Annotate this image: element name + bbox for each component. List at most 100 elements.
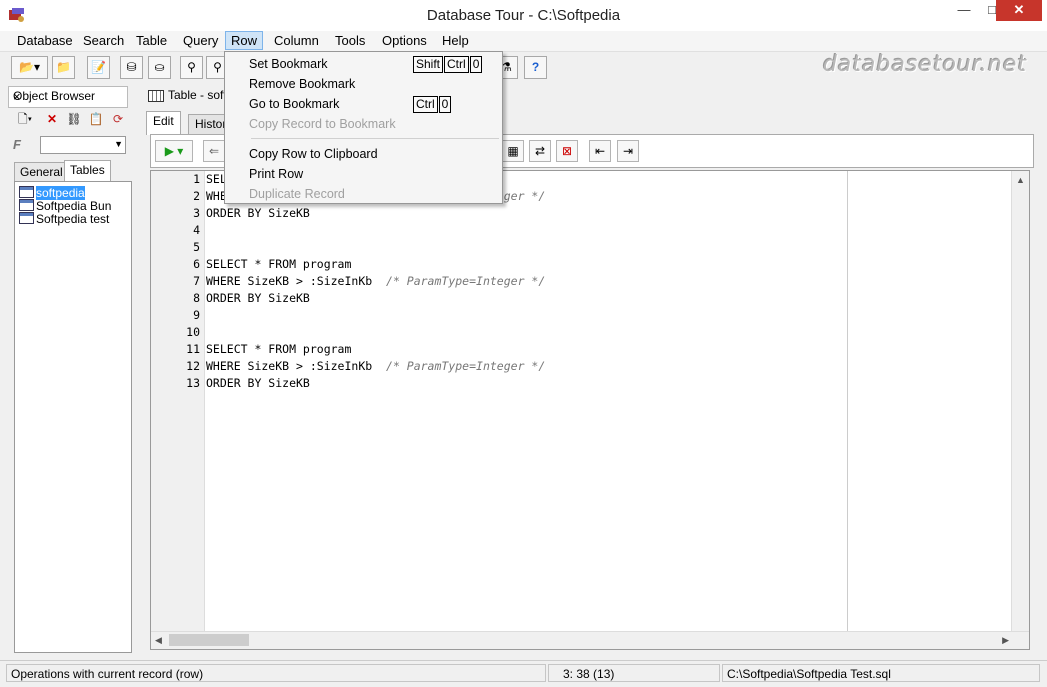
menu-item-duplicate-record: Duplicate Record: [249, 187, 345, 201]
shortcut-go-to-bookmark: Ctrl 0: [413, 96, 452, 113]
menu-item-set-bookmark[interactable]: Set Bookmark: [249, 57, 328, 71]
line-number: 9: [193, 308, 200, 322]
paste-icon[interactable]: 📋: [87, 110, 105, 128]
close-button[interactable]: ✕: [996, 0, 1042, 21]
outdent-icon[interactable]: ⇤: [589, 140, 611, 162]
scroll-left-icon[interactable]: ◀: [155, 635, 162, 646]
line-number: 5: [193, 240, 200, 254]
cursor-position: 3: 38 (13): [548, 664, 720, 682]
list-item[interactable]: softpedia: [19, 186, 85, 200]
menu-database[interactable]: Database: [17, 33, 73, 48]
menu-row[interactable]: Row: [225, 31, 264, 50]
filter-combo[interactable]: ▼: [40, 136, 126, 154]
key-ctrl: Ctrl: [413, 96, 438, 113]
shortcut-set-bookmark: Shift Ctrl 0: [413, 56, 483, 73]
line-number: 1: [193, 172, 200, 186]
export-icon[interactable]: ⇄: [529, 140, 551, 162]
open-database-icon[interactable]: 📂▾: [11, 56, 48, 79]
indent-icon[interactable]: ⇥: [617, 140, 639, 162]
line-gutter: 1 2 3 4 5 6 7 8 9 10 11 12 13: [151, 171, 205, 632]
filter-label: F: [13, 137, 21, 152]
table-icon: [19, 186, 34, 198]
scroll-up-icon[interactable]: ▲: [1016, 175, 1025, 185]
copy-object-icon[interactable]: ⛓: [65, 110, 83, 128]
right-margin-line: [847, 171, 848, 632]
menu-item-print-row[interactable]: Print Row: [249, 167, 303, 181]
find-icon[interactable]: ⚲: [180, 56, 203, 79]
horizontal-scrollbar[interactable]: ◀ ▶: [151, 631, 1029, 649]
object-browser-panel: Object Browser × 🗋▾ ✕ ⛓ 📋 ⟳ F ▼ General …: [8, 86, 132, 654]
line-number: 4: [193, 223, 200, 237]
database-icon[interactable]: ⛁: [120, 56, 143, 79]
code-text: SELECT * FROM program: [206, 257, 352, 271]
object-browser-tab[interactable]: Object Browser ×: [8, 86, 128, 108]
tab-edit[interactable]: Edit: [146, 111, 181, 135]
open-folder-icon[interactable]: 📁: [52, 56, 75, 79]
menu-item-go-to-bookmark[interactable]: Go to Bookmark: [249, 97, 339, 111]
menu-tools[interactable]: Tools: [335, 33, 365, 48]
code-line[interactable]: WHERE SizeKB > :SizeInKb /* ParamType=In…: [206, 359, 545, 373]
edit-sql-icon[interactable]: 📝: [87, 56, 110, 79]
menu-separator: [251, 138, 499, 139]
tab-tables[interactable]: Tables: [64, 160, 111, 182]
disconnect-icon[interactable]: ⛀: [148, 56, 171, 79]
menu-help[interactable]: Help: [442, 33, 469, 48]
table-icon: [19, 212, 34, 224]
line-number: 11: [186, 342, 200, 356]
row-menu-dropdown: Set Bookmark Shift Ctrl 0 Remove Bookmark …: [224, 51, 503, 204]
line-number: 2: [193, 189, 200, 203]
menu-search[interactable]: Search: [83, 33, 124, 48]
line-number: 10: [186, 325, 200, 339]
status-bar: Operations with current record (row) 3: …: [0, 660, 1047, 687]
line-number: 8: [193, 291, 200, 305]
tables-list: softpedia Softpedia Bun Softpedia test: [14, 181, 132, 653]
code-line[interactable]: ORDER BY SizeKB: [206, 376, 310, 390]
code-line[interactable]: SELECT * FROM program: [206, 342, 351, 356]
code-line[interactable]: ORDER BY SizeKB: [206, 206, 310, 220]
menu-column[interactable]: Column: [274, 33, 319, 48]
code-text: WHERE SizeKB > :SizeInKb: [206, 274, 387, 288]
menu-item-copy-record-to-bookmark: Copy Record to Bookmark: [249, 117, 396, 131]
back-arrow-icon[interactable]: ⇐: [203, 140, 225, 162]
menu-bar: Database Search Table Query Row Column T…: [0, 31, 1047, 52]
line-number: 7: [193, 274, 200, 288]
table-icon: [19, 199, 34, 211]
refresh-icon[interactable]: ⟳: [109, 110, 127, 128]
close-icon[interactable]: ×: [13, 89, 124, 104]
chevron-down-icon: ▼: [114, 139, 123, 149]
line-number: 13: [186, 376, 200, 390]
delete-icon[interactable]: ✕: [43, 110, 61, 128]
code-comment: /* ParamType=Integer */: [386, 359, 546, 373]
grid-icon[interactable]: ▦: [502, 140, 524, 162]
table-icon: [148, 90, 164, 102]
line-number: 6: [193, 257, 200, 271]
code-text: ORDER BY SizeKB: [206, 291, 310, 305]
code-line[interactable]: SELECT * FROM program: [206, 257, 351, 271]
list-item[interactable]: Softpedia Bun: [19, 199, 111, 213]
clear-icon[interactable]: ⊠: [556, 140, 578, 162]
run-icon[interactable]: ▶ ▾: [155, 140, 193, 162]
document-tab-label: Table - soft: [168, 88, 227, 102]
key-ctrl: Ctrl: [444, 56, 469, 73]
tab-general[interactable]: General: [14, 162, 69, 182]
menu-item-remove-bookmark[interactable]: Remove Bookmark: [249, 77, 355, 91]
menu-item-copy-row-to-clipboard[interactable]: Copy Row to Clipboard: [249, 147, 378, 161]
code-line[interactable]: WHERE SizeKB > :SizeInKb /* ParamType=In…: [206, 274, 545, 288]
scroll-right-icon[interactable]: ▶: [1002, 635, 1009, 646]
menu-options[interactable]: Options: [382, 33, 427, 48]
scrollbar-thumb[interactable]: [169, 634, 249, 646]
vertical-scrollbar[interactable]: ▲: [1011, 171, 1029, 632]
menu-table[interactable]: Table: [136, 33, 167, 48]
file-path: C:\Softpedia\Softpedia Test.sql: [722, 664, 1040, 682]
code-line[interactable]: ORDER BY SizeKB: [206, 291, 310, 305]
key-zero: 0: [469, 56, 483, 73]
code-comment: /* ParamType=Integer */: [386, 274, 546, 288]
sql-editor[interactable]: 12345678910111213 SELECT * FROM programW…: [150, 170, 1030, 650]
new-object-icon[interactable]: 🗋▾: [11, 110, 39, 128]
line-number: 3: [193, 206, 200, 220]
list-item[interactable]: Softpedia test: [19, 212, 109, 226]
window-title: Database Tour - C:\Softpedia: [426, 7, 621, 24]
menu-query[interactable]: Query: [183, 33, 218, 48]
help-icon[interactable]: ?: [524, 56, 547, 79]
code-text: ORDER BY SizeKB: [206, 376, 310, 390]
